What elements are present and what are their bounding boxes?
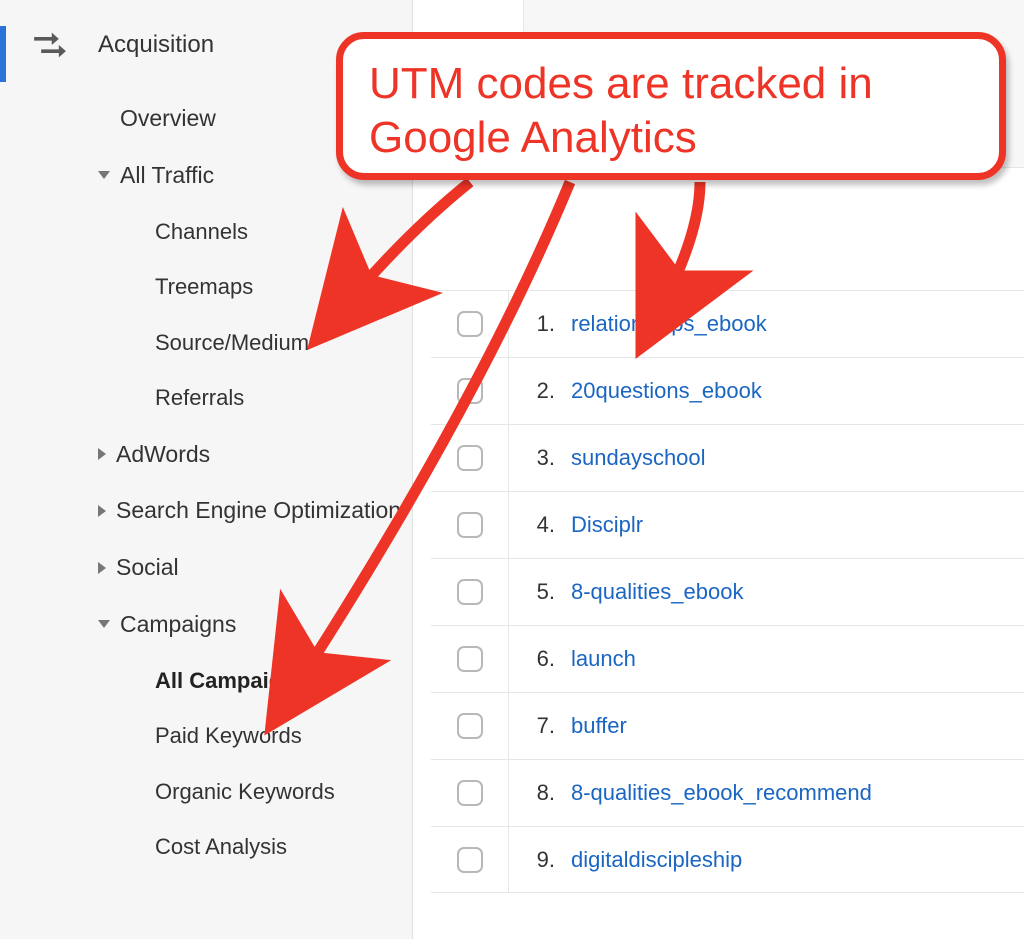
sidebar-section-label: Acquisition — [98, 31, 214, 59]
row-number: 1. — [509, 311, 571, 337]
sidebar-item-adwords[interactable]: AdWords — [0, 426, 412, 483]
row-number: 2. — [509, 378, 571, 404]
campaigns-table: 1. relationships_ebook 2. 20questions_eb… — [431, 290, 1024, 893]
row-number: 4. — [509, 512, 571, 538]
sidebar-item-paid-keywords[interactable]: Paid Keywords — [0, 708, 412, 764]
campaign-link[interactable]: relationships_ebook — [571, 311, 767, 336]
sidebar-item-seo[interactable]: Search Engine Optimization — [0, 482, 412, 539]
acquisition-icon — [32, 30, 68, 60]
row-number: 8. — [509, 780, 571, 806]
table-row: 6. launch — [431, 625, 1024, 692]
table-row: 1. relationships_ebook — [431, 290, 1024, 357]
table-row: 4. Disciplr — [431, 491, 1024, 558]
annotation-callout: UTM codes are tracked in Google Analytic… — [336, 32, 1006, 180]
table-row: 8. 8-qualities_ebook_recommend — [431, 759, 1024, 826]
row-number: 9. — [509, 847, 571, 873]
table-row: 5. 8-qualities_ebook — [431, 558, 1024, 625]
row-checkbox[interactable] — [457, 445, 483, 471]
campaign-link[interactable]: buffer — [571, 713, 627, 738]
row-checkbox[interactable] — [457, 378, 483, 404]
campaign-link[interactable]: 8-qualities_ebook — [571, 579, 743, 604]
row-checkbox[interactable] — [457, 579, 483, 605]
row-checkbox[interactable] — [457, 847, 483, 873]
row-checkbox[interactable] — [457, 311, 483, 337]
row-number: 7. — [509, 713, 571, 739]
sidebar-item-cost-analysis[interactable]: Cost Analysis — [0, 819, 412, 875]
table-row: 3. sundayschool — [431, 424, 1024, 491]
sidebar-item-source-medium[interactable]: Source/Medium — [0, 315, 412, 371]
campaign-link[interactable]: Disciplr — [571, 512, 643, 537]
annotation-text: UTM codes are tracked in Google Analytic… — [369, 57, 973, 164]
sidebar-item-treemaps[interactable]: Treemaps — [0, 259, 412, 315]
row-number: 3. — [509, 445, 571, 471]
campaign-link[interactable]: sundayschool — [571, 445, 706, 470]
campaign-link[interactable]: 8-qualities_ebook_recommend — [571, 780, 872, 805]
table-row: 2. 20questions_ebook — [431, 357, 1024, 424]
row-checkbox[interactable] — [457, 512, 483, 538]
campaign-link[interactable]: 20questions_ebook — [571, 378, 762, 403]
sidebar-item-channels[interactable]: Channels — [0, 204, 412, 260]
row-checkbox[interactable] — [457, 646, 483, 672]
sidebar-item-social[interactable]: Social — [0, 539, 412, 596]
sidebar-item-referrals[interactable]: Referrals — [0, 370, 412, 426]
active-section-indicator — [0, 26, 6, 82]
table-row: 7. buffer — [431, 692, 1024, 759]
sidebar-item-organic-keywords[interactable]: Organic Keywords — [0, 764, 412, 820]
campaign-link[interactable]: launch — [571, 646, 636, 671]
sidebar-item-all-campaigns[interactable]: All Campaigns — [0, 653, 412, 709]
table-row: 9. digitaldiscipleship — [431, 826, 1024, 893]
row-number: 6. — [509, 646, 571, 672]
row-checkbox[interactable] — [457, 713, 483, 739]
sidebar-item-campaigns[interactable]: Campaigns — [0, 596, 412, 653]
campaign-link[interactable]: digitaldiscipleship — [571, 847, 742, 872]
row-checkbox[interactable] — [457, 780, 483, 806]
row-number: 5. — [509, 579, 571, 605]
